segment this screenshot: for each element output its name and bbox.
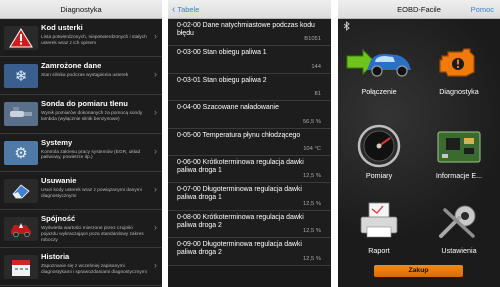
parameter-value: 12,5 % [302,255,321,262]
parameter-row: 0-02-00 Dane natychmiastowe podczas kodu… [168,19,331,47]
parameter-value: 81 [314,91,321,98]
back-label: Tabele [177,4,200,14]
tile-measurements[interactable]: Pomiary [344,124,414,180]
broken-car-icon [4,216,38,241]
parameter-row: 0-03-01 Stan obiegu paliwa 2 81 [168,73,331,102]
parameter-name: 0-05-00 Temperatura płynu chłodzącego [177,131,301,139]
chevron-right-icon: › [154,183,157,194]
parameter-name: 0-06-00 Krótkoterminowa regulacja dawki … [177,158,304,174]
home-header: EOBD-Facile Pomoc [338,0,500,19]
parameter-row: 0-07-00 Długoterminowa regulacja dawki p… [168,183,331,211]
parameter-name: 0-09-00 Długoterminowa regulacja dawki p… [177,241,302,257]
menu-item-clear[interactable]: Usuwanie Usuń kody usterek wraz z powiąz… [0,171,162,210]
tile-connection[interactable]: Połączenie [344,40,414,96]
chevron-right-icon: › [154,69,157,80]
home-screen: EOBD-Facile Pomoc Połączenie Diagnostyka… [338,0,500,287]
menu-item-title: Sonda do pomiaru tlenu [41,99,128,109]
menu-item-history[interactable]: Historia Zapoznanie się z wcześniej zapi… [0,248,162,287]
chevron-right-icon: › [154,260,157,271]
chevron-left-icon: ‹ [172,3,176,15]
menu-item-systems[interactable]: ⚙ Systemy Kontrola zakresu pracy systemó… [0,133,162,172]
parameter-name: 0-04-00 Szacowane naładowanie [177,104,279,112]
menu-item-title: Kod usterki [41,23,83,32]
parameter-row: 0-08-00 Krótkoterminowa regulacja dawki … [168,210,331,239]
parameter-row: 0-03-00 Stan obiegu paliwa 1 144 [168,46,331,74]
tile-label: Pomiary [365,171,393,180]
menu-item-oxygen-sensor[interactable]: Sonda do pomiaru tlenu Wynik pomiarów do… [0,95,162,134]
back-button[interactable]: ‹ Tabele [172,0,199,18]
menu-item-fault-codes[interactable]: Kod usterki Lista potwierdzonych, niepot… [0,19,162,58]
parameter-value: 104 °C [303,145,321,152]
menu-item-desc: Usuń kody usterek wraz z powiązanymi dan… [41,187,142,199]
parameter-name: 0-03-01 Stan obiegu paliwa 2 [177,76,267,84]
parameter-name: 0-07-00 Długoterminowa regulacja dawki p… [177,186,302,202]
tile-diagnostics[interactable]: Diagnostyka [424,40,494,96]
menu-item-desc: Wynik pomiarów dokonanych za pomocą sond… [41,111,143,123]
parameter-value: 12,5 % [302,200,321,207]
menu-item-desc: Lista potwierdzonych, niepotwierdzonych … [41,35,147,46]
warning-triangle-icon [4,26,38,50]
buy-button[interactable]: Zakup [374,265,463,277]
tile-settings[interactable]: Ustawienia [424,199,494,255]
tile-report[interactable]: Raport [344,199,414,255]
screen-title: Diagnostyka [60,4,102,14]
calendar-icon [4,255,38,280]
parameter-row: 0-06-00 Krótkoterminowa regulacja dawki … [168,155,331,184]
menu-item-title: Systemy [41,137,73,147]
chevron-right-icon: › [154,107,157,118]
tile-label: Informacje E... [435,171,483,180]
menu-item-title: Spójność [41,213,76,223]
menu-item-title: Zamrożone dane [41,61,102,71]
engine-warning-icon [424,40,494,84]
tile-label: Połączenie [361,87,397,96]
menu-item-title: Historia [41,252,70,262]
parameter-value: 144 [311,63,321,70]
parameter-value: 12,5 % [302,228,321,235]
chevron-right-icon: › [154,31,157,41]
help-button[interactable]: Pomoc [471,0,494,18]
status-row [338,19,500,35]
ecu-chip-icon [424,124,494,168]
settings-tools-icon [424,199,494,243]
parameter-row: 0-09-00 Długoterminowa regulacja dawki p… [168,238,331,266]
tile-label: Raport [368,246,390,255]
menu-item-freeze-frame[interactable]: ❄ Zamrożone dane Stan silnika podczas wy… [0,57,162,96]
menu-item-title: Usuwanie [41,175,77,185]
parameter-value: 56,5 % [302,118,321,125]
parameter-value: 12,5 % [302,173,321,180]
tile-ecu-info[interactable]: Informacje E... [424,124,494,180]
printer-icon [344,199,414,243]
diagnostics-screen: Diagnostyka Kod usterki Lista potwierdzo… [0,0,162,287]
chevron-right-icon: › [154,221,157,232]
car-connect-icon [344,40,414,84]
chevron-right-icon: › [154,145,157,156]
snowflake-icon: ❄ [4,64,38,89]
gauge-icon [344,124,414,168]
parameter-name: 0-02-00 Dane natychmiastowe podczas kodu… [177,22,315,37]
tile-label: Diagnostyka [439,87,479,96]
oxygen-sensor-icon [4,102,38,127]
menu-item-desc: Stan silnika podczas wystąpienia usterek [41,73,129,79]
app-title: EOBD-Facile [397,4,441,14]
parameter-row: 0-04-00 Szacowane naładowanie 56,5 % [168,101,331,129]
menu-item-desc: Kontrola zakresu pracy systemów (EGR, uk… [41,149,141,161]
gears-icon: ⚙ [4,140,38,165]
tile-label: Ustawienia [441,246,477,255]
parameters-header: ‹ Tabele [168,0,331,19]
parameter-value: B1051 [304,36,321,43]
eraser-icon [4,178,38,203]
parameter-name: 0-08-00 Krótkoterminowa regulacja dawki … [177,213,304,229]
menu-item-desc: Wyświetla wartości mierzone przez czujni… [41,225,144,243]
menu-item-desc: Zapoznanie się z wcześniej zapisanymi di… [41,264,147,275]
parameter-name: 0-03-00 Stan obiegu paliwa 1 [177,49,267,57]
menu-item-consistency[interactable]: Spójność Wyświetla wartości mierzone prz… [0,209,162,249]
bluetooth-icon [343,21,350,33]
diagnostics-header: Diagnostyka [0,0,162,19]
parameter-row: 0-05-00 Temperatura płynu chłodzącego 10… [168,128,331,156]
parameters-screen: ‹ Tabele 0-02-00 Dane natychmiastowe pod… [168,0,331,287]
